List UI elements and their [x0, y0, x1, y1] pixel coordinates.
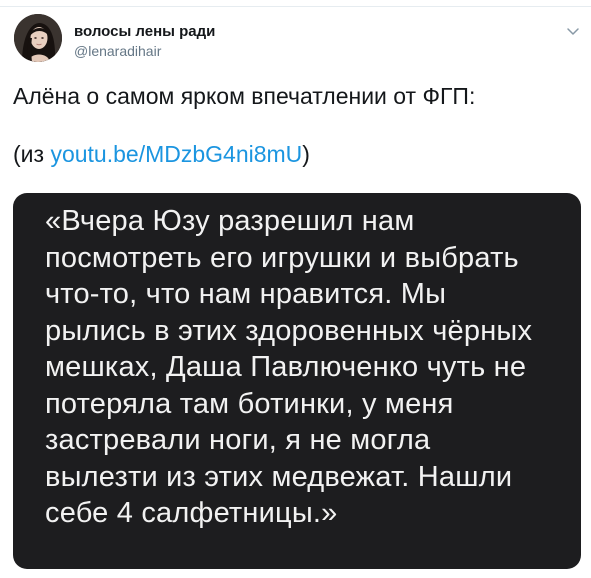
quote-line: потеряла там ботинки, у меня [45, 387, 454, 420]
divider [0, 6, 591, 7]
video-link[interactable]: youtu.be/MDzbG4ni8mU [50, 141, 302, 167]
quote-line: мешках, Даша Павлюченко чуть не [45, 351, 527, 383]
quote-line: что-то, что нам нравится. Мы [45, 278, 447, 310]
chevron-down-icon[interactable] [565, 23, 581, 39]
tweet-source-line: (из youtu.be/MDzbG4ni8mU) [13, 138, 573, 170]
author-handle[interactable]: @lenaradihair [74, 43, 161, 59]
author-name[interactable]: волосы лены ради [74, 23, 215, 41]
quote-line: посмотреть его игрушки и выбрать [45, 241, 519, 274]
quote-line: «Вчера Юзу разрешил нам [45, 205, 415, 237]
image-quote-text: «Вчера Юзу разрешил нам посмотреть его и… [45, 203, 565, 532]
avatar[interactable] [14, 14, 62, 62]
tweet-text-line: Алёна о самом ярком впечатлении от ФГП: [13, 83, 476, 109]
paren-open: (из [13, 141, 51, 167]
quote-line: застревали ноги, я не могла [45, 424, 431, 456]
quote-line: себе 4 салфетницы.» [45, 497, 338, 529]
tweet-text: Алёна о самом ярком впечатлении от ФГП: … [13, 80, 573, 170]
quote-line: рылись в этих здоровенных чёрных [45, 314, 533, 347]
tweet-card[interactable]: волосы лены ради @lenaradihair Алёна о с… [0, 0, 591, 578]
paren-close: ) [302, 141, 310, 167]
attached-image[interactable]: «Вчера Юзу разрешил нам посмотреть его и… [13, 193, 581, 569]
quote-line: вылезти из этих медвежат. Нашли [45, 460, 513, 493]
avatar-image [14, 14, 62, 62]
